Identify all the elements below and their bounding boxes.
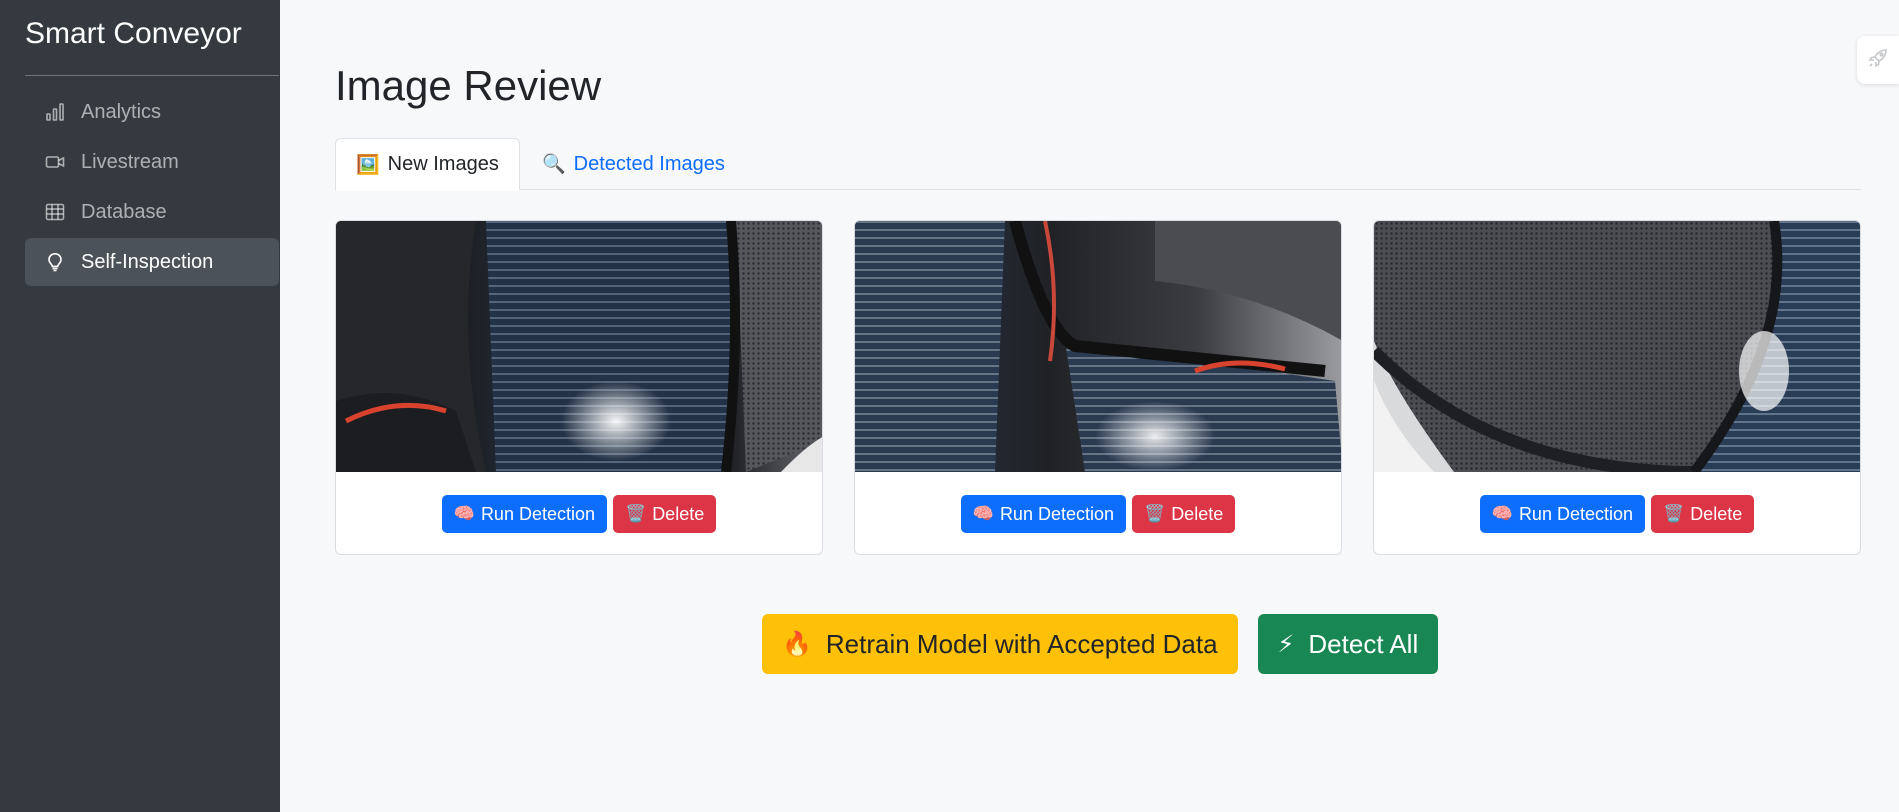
- delete-button[interactable]: 🗑️ Delete: [613, 495, 717, 533]
- wastebasket-icon: 🗑️: [1663, 504, 1685, 523]
- sidebar-item-label: Database: [81, 200, 167, 223]
- rocket-icon: [1867, 47, 1889, 74]
- tab-detected-images[interactable]: 🔍 Detected Images: [522, 138, 745, 190]
- wastebasket-icon: 🗑️: [625, 504, 647, 523]
- button-label: Delete: [652, 503, 705, 524]
- run-detection-button[interactable]: 🧠 Run Detection: [1479, 495, 1646, 533]
- retrain-model-button[interactable]: 🔥 Retrain Model with Accepted Data: [762, 614, 1238, 674]
- run-detection-button[interactable]: 🧠 Run Detection: [441, 495, 608, 533]
- image-card: 🧠 Run Detection 🗑️ Delete: [1373, 220, 1861, 555]
- delete-button[interactable]: 🗑️ Delete: [1651, 495, 1755, 533]
- button-label: Run Detection: [999, 503, 1115, 524]
- table-icon: [45, 202, 65, 222]
- brain-icon: 🧠: [972, 504, 994, 523]
- card-actions: 🧠 Run Detection 🗑️ Delete: [336, 472, 822, 554]
- tab-label: Detected Images: [573, 152, 725, 175]
- lightning-icon: ⚡: [1277, 630, 1295, 658]
- image-card: 🧠 Run Detection 🗑️ Delete: [335, 220, 823, 555]
- sidebar-item-label: Analytics: [81, 100, 162, 123]
- fire-icon: 🔥: [782, 630, 812, 658]
- card-actions: 🧠 Run Detection 🗑️ Delete: [855, 472, 1341, 554]
- conveyor-image[interactable]: [1374, 221, 1860, 472]
- sidebar-item-database[interactable]: Database: [25, 188, 279, 236]
- button-label: Retrain Model with Accepted Data: [825, 628, 1218, 659]
- tab-bar: 🖼️ New Images 🔍 Detected Images: [335, 138, 1861, 191]
- wastebasket-icon: 🗑️: [1144, 504, 1166, 523]
- button-label: Run Detection: [1518, 503, 1634, 524]
- magnifier-icon: 🔍: [542, 154, 566, 175]
- button-label: Run Detection: [480, 503, 596, 524]
- detect-all-button[interactable]: ⚡ Detect All: [1257, 614, 1439, 674]
- lightbulb-icon: [45, 252, 65, 272]
- sidebar: Smart Conveyor Analytics Livestream Data…: [0, 0, 280, 812]
- run-detection-button[interactable]: 🧠 Run Detection: [960, 495, 1127, 533]
- sidebar-item-self-inspection[interactable]: Self-Inspection: [25, 238, 279, 286]
- brand-title[interactable]: Smart Conveyor: [20, 0, 260, 75]
- video-camera-icon: [45, 152, 65, 172]
- conveyor-image[interactable]: [336, 221, 822, 472]
- brain-icon: 🧠: [1491, 504, 1513, 523]
- card-actions: 🧠 Run Detection 🗑️ Delete: [1374, 472, 1860, 554]
- conveyor-image[interactable]: [855, 221, 1341, 472]
- sidebar-item-label: Self-Inspection: [81, 250, 214, 273]
- sidebar-divider: [25, 75, 279, 76]
- tab-label: New Images: [387, 153, 499, 175]
- button-label: Detect All: [1308, 628, 1419, 659]
- sidebar-item-analytics[interactable]: Analytics: [25, 88, 279, 136]
- rocket-launch-button[interactable]: [1857, 36, 1899, 84]
- button-label: Delete: [1690, 503, 1743, 524]
- button-label: Delete: [1171, 503, 1224, 524]
- sidebar-item-label: Livestream: [81, 150, 179, 173]
- delete-button[interactable]: 🗑️ Delete: [1132, 495, 1236, 533]
- page-title: Image Review: [335, 62, 602, 109]
- bulk-actions: 🔥 Retrain Model with Accepted Data ⚡ Det…: [762, 614, 1439, 674]
- bar-chart-icon: [45, 102, 65, 122]
- image-card: 🧠 Run Detection 🗑️ Delete: [854, 220, 1342, 555]
- brain-icon: 🧠: [453, 504, 475, 523]
- tab-new-images[interactable]: 🖼️ New Images: [335, 138, 520, 191]
- sidebar-item-livestream[interactable]: Livestream: [25, 138, 279, 186]
- framed-picture-icon: 🖼️: [356, 154, 380, 176]
